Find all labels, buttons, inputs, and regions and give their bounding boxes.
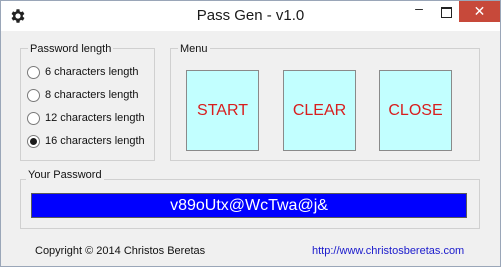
clear-button[interactable]: CLEAR [283, 70, 356, 151]
password-output[interactable]: v89oUtx@WcTwa@j& [31, 193, 467, 218]
maximize-icon [441, 7, 452, 18]
radio-label-12: 12 characters length [45, 112, 145, 124]
menu-label: Menu [178, 43, 210, 55]
radio-button-8[interactable] [27, 88, 40, 102]
radio-button-6[interactable] [27, 65, 40, 79]
window-close-button[interactable]: ✕ [459, 1, 500, 22]
minimize-icon: – [415, 0, 423, 16]
your-password-label: Your Password [26, 169, 104, 181]
copyright-text: Copyright © 2014 Christos Beretas [35, 245, 206, 257]
minimize-button[interactable]: – [405, 1, 433, 22]
radio-16-characters[interactable]: 16 characters length [27, 133, 145, 149]
radio-label-6: 6 characters length [45, 66, 139, 78]
password-length-label: Password length [28, 43, 114, 55]
radio-12-characters[interactable]: 12 characters length [27, 110, 145, 126]
radio-6-characters[interactable]: 6 characters length [27, 64, 139, 80]
close-icon: ✕ [473, 3, 486, 19]
app-window: Pass Gen - v1.0 – ✕ Password length 6 ch… [0, 0, 501, 267]
start-button[interactable]: START [186, 70, 259, 151]
close-app-button-label: CLOSE [388, 102, 443, 119]
radio-label-8: 8 characters length [45, 89, 139, 101]
radio-label-16: 16 characters length [45, 135, 145, 147]
radio-8-characters[interactable]: 8 characters length [27, 87, 139, 103]
radio-button-16[interactable] [27, 134, 40, 148]
radio-button-12[interactable] [27, 111, 40, 125]
title-bar[interactable]: Pass Gen - v1.0 – ✕ [1, 1, 500, 31]
start-button-label: START [197, 102, 248, 119]
password-value: v89oUtx@WcTwa@j& [170, 197, 328, 214]
website-link[interactable]: http://www.christosberetas.com [312, 245, 464, 257]
close-app-button[interactable]: CLOSE [379, 70, 452, 151]
clear-button-label: CLEAR [292, 102, 347, 119]
maximize-button[interactable] [433, 1, 459, 22]
